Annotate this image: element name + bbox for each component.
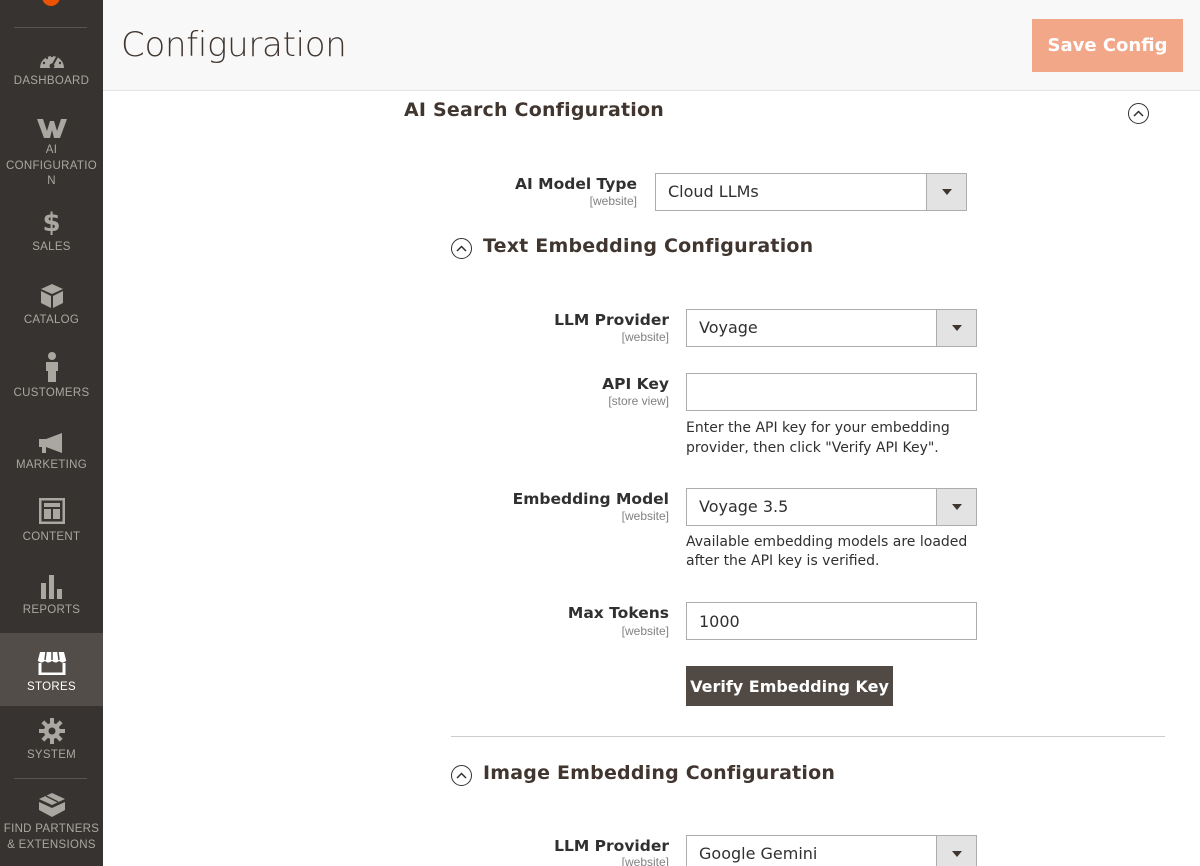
llm-provider-scope: [website] [621, 330, 669, 344]
sidebar-divider [14, 27, 87, 28]
llm-provider-select[interactable]: Voyage [686, 309, 977, 347]
text-embedding-title: Text Embedding Configuration [483, 235, 814, 257]
embedding-model-scope: [website] [621, 509, 669, 523]
sidebar-item-label: SALES [32, 241, 71, 253]
gear-icon [38, 718, 65, 744]
section-divider [451, 736, 1165, 737]
sidebar-item-label: SYSTEM [26, 749, 77, 761]
sidebar-item-ai-configuration[interactable]: AI CONFIGURATIO N [0, 113, 103, 193]
bar-chart-icon [40, 573, 64, 599]
sidebar-divider [14, 778, 87, 779]
api-key-note: Enter the API key for your embedding pro… [686, 420, 950, 456]
collapse-section-icon[interactable] [1128, 103, 1149, 124]
sidebar-item-catalog[interactable]: CATALOG [0, 283, 103, 329]
sidebar-item-dashboard[interactable]: DASHBOARD [0, 44, 103, 90]
dashboard-icon [38, 44, 66, 70]
sidebar-item-content[interactable]: CONTENT [0, 498, 103, 546]
sidebar-item-label: AI CONFIGURATIO N [6, 144, 97, 187]
embedding-model-value: Voyage 3.5 [699, 497, 789, 516]
sidebar-item-label: FIND PARTNERS & EXTENSIONS [3, 823, 100, 851]
ai-model-type-label: AI Model Type [515, 175, 637, 193]
chevron-down-icon [936, 489, 976, 525]
embedding-model-note: Available embedding models are loaded af… [686, 534, 968, 569]
sidebar-item-find-partners[interactable]: FIND PARTNERS & EXTENSIONS [0, 792, 103, 854]
layout-icon [38, 498, 65, 524]
sidebar-item-reports[interactable]: REPORTS [0, 573, 103, 619]
magento-logo[interactable] [42, 0, 60, 6]
blocks-icon [38, 792, 66, 818]
dollar-icon: $ [42, 208, 61, 238]
max-tokens-scope: [website] [621, 624, 669, 638]
sidebar-item-system[interactable]: SYSTEM [0, 718, 103, 764]
collapse-image-embedding-icon[interactable] [451, 765, 472, 786]
sidebar-item-label: DASHBOARD [13, 75, 90, 87]
image-llm-provider-scope: [website] [621, 855, 669, 866]
page-title: Configuration [121, 25, 347, 65]
person-icon [44, 352, 60, 382]
ai-model-type-select[interactable]: Cloud LLMs [655, 173, 967, 211]
collapse-text-embedding-icon[interactable] [451, 238, 472, 259]
image-llm-provider-value: Google Gemini [699, 844, 818, 863]
ai-model-type-value: Cloud LLMs [668, 182, 759, 201]
megaphone-icon [38, 428, 66, 454]
image-embedding-title: Image Embedding Configuration [483, 762, 836, 784]
max-tokens-input[interactable] [686, 602, 977, 640]
sidebar-item-customers[interactable]: CUSTOMERS [0, 352, 103, 402]
storefront-icon [37, 649, 67, 675]
chevron-down-icon [926, 174, 966, 210]
cube-icon [40, 283, 64, 309]
image-llm-provider-label: LLM Provider [554, 837, 669, 855]
image-llm-provider-select[interactable]: Google Gemini [686, 835, 977, 866]
admin-sidebar: DASHBOARD AI CONFIGURATIO N $ SALES CATA… [0, 0, 103, 866]
sidebar-item-label: STORES [27, 681, 76, 693]
sidebar-item-label: MARKETING [15, 459, 88, 471]
chevron-down-icon [936, 836, 976, 866]
llm-provider-value: Voyage [699, 318, 758, 337]
page-header: Configuration Save Config [103, 0, 1200, 91]
llm-provider-label: LLM Provider [554, 311, 669, 329]
sidebar-item-label: CUSTOMERS [13, 387, 90, 399]
embedding-model-label: Embedding Model [512, 490, 669, 508]
ai-model-type-scope: [website] [589, 194, 637, 208]
api-key-input[interactable] [686, 373, 977, 411]
sidebar-item-sales[interactable]: $ SALES [0, 210, 103, 256]
sidebar-item-label: REPORTS [22, 604, 81, 616]
sidebar-item-stores[interactable]: STORES [0, 633, 103, 706]
verify-embedding-key-button[interactable]: Verify Embedding Key [686, 666, 893, 706]
ai-logo-icon [36, 113, 68, 139]
sidebar-item-label: CATALOG [23, 314, 80, 326]
save-config-button[interactable]: Save Config [1032, 19, 1183, 72]
chevron-down-icon [936, 310, 976, 346]
embedding-model-select[interactable]: Voyage 3.5 [686, 488, 977, 526]
api-key-scope: [store view] [608, 394, 669, 408]
max-tokens-label: Max Tokens [567, 604, 669, 622]
sidebar-item-marketing[interactable]: MARKETING [0, 428, 103, 474]
section-title: AI Search Configuration [404, 99, 664, 121]
sidebar-item-label: CONTENT [22, 531, 81, 543]
api-key-label: API Key [602, 375, 669, 393]
